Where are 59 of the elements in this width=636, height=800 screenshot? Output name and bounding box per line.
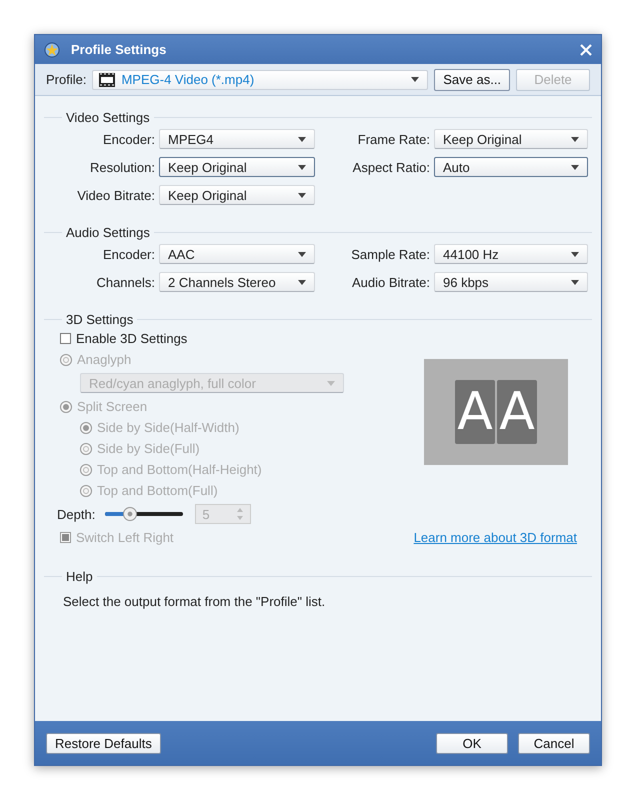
profile-dropdown[interactable]: MPEG-4 Video (*.mp4) — [92, 70, 428, 90]
radio-label: Side by Side(Half-Width) — [97, 420, 240, 435]
dropdown-arrow-icon — [571, 280, 579, 284]
section-title: Help — [66, 569, 93, 584]
restore-defaults-button[interactable]: Restore Defaults — [46, 732, 161, 754]
dropdown[interactable]: Keep Original — [434, 129, 588, 149]
dropdown[interactable]: 44100 Hz — [434, 244, 588, 264]
dropdown-arrow-icon — [298, 164, 306, 170]
dropdown-arrow-icon — [327, 380, 335, 386]
dropdown-arrow-icon — [298, 136, 306, 142]
dropdown-arrow-icon — [571, 252, 579, 256]
radio-label: Split Screen — [77, 399, 148, 414]
depth-slider[interactable] — [105, 507, 184, 521]
field-label: Resolution: — [88, 160, 155, 174]
field-label: Encoder: — [102, 132, 155, 146]
dropdown-arrow-icon — [571, 164, 579, 170]
dropdown[interactable]: Keep Original — [159, 157, 315, 177]
radio-label: Side by Side(Full) — [97, 441, 200, 456]
dropdown[interactable]: Keep Original — [159, 185, 315, 205]
learn-more-link[interactable]: Learn more about 3D format — [414, 530, 577, 545]
dialog-button[interactable]: Cancel — [518, 732, 590, 754]
dropdown[interactable]: Auto — [434, 157, 588, 177]
field-label: Encoder: — [102, 246, 155, 262]
dropdown[interactable]: 2 Channels Stereo — [159, 272, 315, 292]
field-label: Aspect Ratio: — [352, 160, 430, 174]
dropdown-arrow-icon — [411, 77, 420, 82]
spin-arrows-icon — [236, 507, 244, 521]
checkbox[interactable] — [60, 333, 71, 344]
field-label: Sample Rate: — [350, 246, 430, 262]
help-text: Select the output format from the "Profile" list. — [62, 594, 326, 609]
radio-label: Anaglyph — [77, 352, 132, 367]
dropdown-arrow-icon — [298, 192, 306, 198]
dropdown-arrow-icon — [298, 280, 306, 284]
profile-label: Profile: — [46, 72, 86, 87]
close-icon[interactable] — [579, 42, 593, 56]
radio-label: Top and Bottom(Half-Height) — [97, 462, 262, 477]
preview-letter: A — [497, 380, 537, 444]
field-label: Channels: — [95, 274, 155, 290]
dialog-button[interactable]: OK — [436, 732, 508, 754]
section-title: 3D Settings — [66, 312, 134, 327]
section-title: Video Settings — [66, 110, 150, 125]
profile-button[interactable]: Save as... — [434, 68, 510, 90]
field-label: Video Bitrate: — [76, 188, 155, 202]
window-title: Profile Settings — [71, 42, 168, 57]
section-title: Audio Settings — [66, 225, 150, 240]
app-logo-icon — [43, 40, 61, 58]
radio-label: Top and Bottom(Full) — [97, 483, 218, 498]
dropdown[interactable]: 96 kbps — [434, 272, 588, 292]
dropdown[interactable]: AAC — [159, 244, 315, 264]
dropdown[interactable]: MPEG4 — [159, 129, 315, 149]
film-icon — [99, 72, 116, 86]
preview-letter: A — [455, 380, 495, 444]
field-label: Audio Bitrate: — [350, 274, 430, 290]
dropdown-arrow-icon — [571, 136, 579, 142]
depth-label: Depth: — [57, 506, 96, 522]
field-label: Frame Rate: — [356, 132, 430, 146]
checkbox-label: Switch Left Right — [76, 530, 174, 545]
dropdown-arrow-icon — [298, 252, 306, 256]
checkbox-label: Enable 3D Settings — [76, 331, 188, 346]
